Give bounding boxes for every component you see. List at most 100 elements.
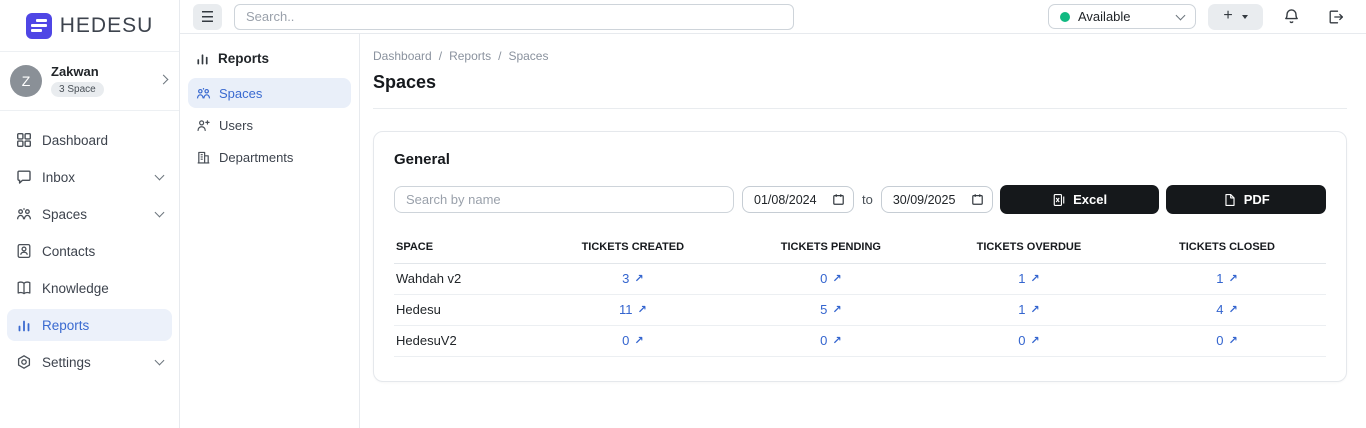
tickets-overdue-link[interactable]: 1↗: [1018, 302, 1039, 317]
open-link-icon: ↗: [634, 272, 643, 285]
sidebar-item-contacts[interactable]: Contacts: [7, 235, 172, 267]
general-report-card: General 01/08/2024 to 30/09/2025: [373, 131, 1347, 382]
chevron-down-icon: [1176, 10, 1186, 20]
user-profile-row[interactable]: Z Zakwan 3 Space: [0, 52, 179, 111]
sidebar-item-label: Spaces: [42, 207, 146, 222]
col-header-tickets-closed: TICKETS CLOSED: [1128, 232, 1326, 264]
calendar-icon: [971, 193, 984, 206]
open-link-icon: ↗: [832, 334, 841, 347]
sidebar-item-spaces[interactable]: Spaces: [7, 198, 172, 230]
sidebar-item-settings[interactable]: Settings: [7, 346, 172, 378]
subsidebar-item-label: Spaces: [219, 86, 262, 101]
open-link-icon: ↗: [832, 272, 841, 285]
search-by-name-input[interactable]: [394, 186, 734, 213]
spaces-report-table: SPACE TICKETS CREATED TICKETS PENDING TI…: [394, 232, 1326, 357]
col-header-tickets-created: TICKETS CREATED: [534, 232, 732, 264]
main-content: Dashboard / Reports / Spaces Spaces Gene…: [360, 34, 1366, 428]
tickets-closed-link[interactable]: 0↗: [1216, 333, 1237, 348]
logout-button[interactable]: [1326, 7, 1346, 27]
subsidebar-item-departments[interactable]: Departments: [188, 142, 351, 172]
sidebar-item-reports[interactable]: Reports: [7, 309, 172, 341]
notifications-button[interactable]: [1281, 6, 1302, 27]
breadcrumb-separator: /: [439, 49, 442, 63]
pdf-file-icon: [1223, 193, 1237, 207]
knowledge-icon: [16, 280, 32, 296]
topbar: ☰ Available +: [180, 0, 1366, 34]
open-link-icon: ↗: [1228, 272, 1237, 285]
table-row: Wahdah v2 3↗ 0↗ 1↗ 1↗: [394, 264, 1326, 295]
sidebar-item-label: Inbox: [42, 170, 146, 185]
hamburger-icon: ☰: [201, 8, 214, 26]
breadcrumb-dashboard[interactable]: Dashboard: [373, 49, 432, 63]
caret-down-icon: [1242, 15, 1248, 19]
date-to-input[interactable]: 30/09/2025: [881, 186, 993, 213]
chevron-down-icon: [155, 208, 165, 218]
sidebar-nav: Dashboard Inbox Spaces Contacts Knowledg…: [0, 111, 179, 391]
tickets-overdue-link[interactable]: 0↗: [1018, 333, 1039, 348]
tickets-closed-link[interactable]: 4↗: [1216, 302, 1237, 317]
plus-icon: +: [1223, 8, 1232, 24]
filter-row: 01/08/2024 to 30/09/2025 Excel: [394, 185, 1326, 214]
export-excel-button[interactable]: Excel: [1000, 185, 1160, 214]
pdf-button-label: PDF: [1244, 192, 1270, 207]
chevron-right-icon: [159, 74, 169, 84]
tickets-created-link[interactable]: 3↗: [622, 271, 643, 286]
tickets-pending-link[interactable]: 0↗: [820, 271, 841, 286]
bell-icon: [1283, 8, 1300, 25]
breadcrumb-reports[interactable]: Reports: [449, 49, 491, 63]
space-name: HedesuV2: [394, 326, 534, 357]
subsidebar-item-label: Departments: [219, 150, 293, 165]
breadcrumb-current: Spaces: [508, 49, 548, 63]
open-link-icon: ↗: [832, 303, 841, 316]
app-window: HEDESU Z Zakwan 3 Space Dashboard Inbox: [0, 0, 1366, 428]
subsidebar-item-spaces[interactable]: Spaces: [188, 78, 351, 108]
tickets-pending-link[interactable]: 0↗: [820, 333, 841, 348]
sidebar-item-label: Dashboard: [42, 133, 163, 148]
global-search-input[interactable]: [234, 4, 794, 30]
col-header-tickets-overdue: TICKETS OVERDUE: [930, 232, 1128, 264]
open-link-icon: ↗: [634, 334, 643, 347]
reports-icon: [16, 317, 32, 333]
sidebar-item-label: Contacts: [42, 244, 163, 259]
reports-icon: [195, 51, 210, 66]
sidebar-item-label: Settings: [42, 355, 146, 370]
table-header-row: SPACE TICKETS CREATED TICKETS PENDING TI…: [394, 232, 1326, 264]
status-label: Available: [1078, 9, 1169, 24]
user-space-badge: 3 Space: [51, 82, 104, 97]
spaces-icon: [196, 86, 211, 101]
brand-logo: HEDESU: [0, 0, 179, 52]
date-range-to-label: to: [862, 192, 873, 207]
tickets-pending-link[interactable]: 5↗: [820, 302, 841, 317]
export-pdf-button[interactable]: PDF: [1166, 185, 1326, 214]
col-header-tickets-pending: TICKETS PENDING: [732, 232, 930, 264]
user-name: Zakwan: [51, 64, 151, 79]
tickets-closed-link[interactable]: 1↗: [1216, 271, 1237, 286]
open-link-icon: ↗: [637, 303, 646, 316]
chevron-down-icon: [155, 171, 165, 181]
sidebar-item-label: Knowledge: [42, 281, 163, 296]
excel-file-icon: [1052, 193, 1066, 207]
tickets-created-link[interactable]: 0↗: [622, 333, 643, 348]
contacts-icon: [16, 243, 32, 259]
create-new-button[interactable]: +: [1208, 4, 1263, 30]
tickets-created-link[interactable]: 11↗: [619, 302, 647, 317]
subsidebar-item-label: Users: [219, 118, 253, 133]
sidebar-item-inbox[interactable]: Inbox: [7, 161, 172, 193]
calendar-icon: [832, 193, 845, 206]
availability-status-select[interactable]: Available: [1048, 4, 1196, 29]
date-from-input[interactable]: 01/08/2024: [742, 186, 854, 213]
date-from-value: 01/08/2024: [754, 193, 826, 207]
spaces-icon: [16, 206, 32, 222]
brand-name: HEDESU: [60, 14, 154, 38]
tickets-overdue-link[interactable]: 1↗: [1018, 271, 1039, 286]
subsidebar-item-users[interactable]: Users: [188, 110, 351, 140]
users-icon: [196, 118, 211, 133]
inbox-icon: [16, 169, 32, 185]
hamburger-menu-button[interactable]: ☰: [193, 4, 222, 30]
sidebar-item-dashboard[interactable]: Dashboard: [7, 124, 172, 156]
sidebar-item-knowledge[interactable]: Knowledge: [7, 272, 172, 304]
brand-logo-icon: [26, 13, 52, 39]
breadcrumb-separator: /: [498, 49, 501, 63]
primary-sidebar: HEDESU Z Zakwan 3 Space Dashboard Inbox: [0, 0, 180, 428]
subsidebar-title: Reports: [188, 47, 351, 78]
